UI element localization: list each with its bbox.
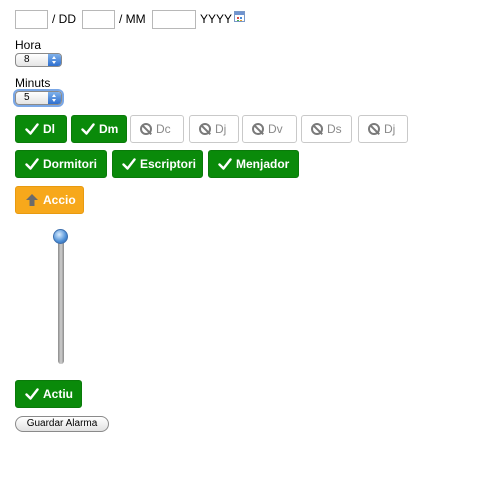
select-arrows-icon bbox=[48, 92, 61, 104]
minuts-select[interactable]: 5 bbox=[15, 91, 62, 105]
save-alarm-button[interactable]: Guardar Alarma bbox=[15, 416, 109, 432]
ban-icon bbox=[368, 123, 380, 135]
room-button-1[interactable]: Escriptori bbox=[112, 150, 203, 178]
check-icon bbox=[218, 157, 232, 171]
day-button-1[interactable]: Dm bbox=[71, 115, 127, 143]
hora-value: 8 bbox=[24, 54, 30, 65]
day-button-2[interactable]: Dc bbox=[130, 115, 184, 143]
day-button-6-label: Dj bbox=[384, 122, 396, 136]
day-button-3-label: Dj bbox=[215, 122, 227, 136]
room-button-0-label: Dormitori bbox=[43, 157, 97, 171]
arrow-up-icon bbox=[25, 193, 39, 207]
yyyy-label: YYYY bbox=[200, 12, 233, 26]
check-icon bbox=[25, 122, 39, 136]
check-icon bbox=[81, 122, 95, 136]
dd-label: / DD bbox=[52, 12, 76, 26]
room-button-2[interactable]: Menjador bbox=[208, 150, 299, 178]
hora-select[interactable]: 8 bbox=[15, 53, 62, 67]
day-button-3[interactable]: Dj bbox=[189, 115, 239, 143]
actiu-label: Actiu bbox=[43, 387, 73, 401]
room-button-1-label: Escriptori bbox=[140, 157, 197, 171]
day-button-5-label: Ds bbox=[327, 122, 342, 136]
actiu-button[interactable]: Actiu bbox=[15, 380, 82, 408]
ban-icon bbox=[252, 123, 264, 135]
slider-track[interactable] bbox=[58, 237, 64, 364]
calendar-icon[interactable] bbox=[234, 11, 245, 22]
check-icon bbox=[25, 157, 39, 171]
day-button-2-label: Dc bbox=[156, 122, 171, 136]
day-button-5[interactable]: Ds bbox=[301, 115, 352, 143]
ban-icon bbox=[199, 123, 211, 135]
ban-icon bbox=[311, 123, 323, 135]
check-icon bbox=[25, 387, 39, 401]
hora-label: Hora bbox=[15, 38, 42, 52]
day-button-4[interactable]: Dv bbox=[242, 115, 297, 143]
yyyy-input[interactable] bbox=[152, 10, 196, 29]
select-arrows-icon bbox=[48, 54, 61, 66]
day-button-0[interactable]: Dl bbox=[15, 115, 67, 143]
check-icon bbox=[122, 157, 136, 171]
dd-input[interactable] bbox=[15, 10, 48, 29]
mm-input[interactable] bbox=[82, 10, 115, 29]
accio-label: Accio bbox=[43, 193, 76, 207]
minuts-label: Minuts bbox=[15, 76, 51, 90]
room-button-0[interactable]: Dormitori bbox=[15, 150, 107, 178]
day-button-6[interactable]: Dj bbox=[358, 115, 408, 143]
day-button-4-label: Dv bbox=[268, 122, 283, 136]
ban-icon bbox=[140, 123, 152, 135]
slider-handle[interactable] bbox=[53, 229, 68, 244]
minuts-value: 5 bbox=[24, 92, 30, 103]
accio-button[interactable]: Accio bbox=[15, 186, 84, 214]
room-button-2-label: Menjador bbox=[236, 157, 290, 171]
day-button-0-label: Dl bbox=[43, 122, 55, 136]
mm-label: / MM bbox=[119, 12, 146, 26]
day-button-1-label: Dm bbox=[99, 122, 119, 136]
